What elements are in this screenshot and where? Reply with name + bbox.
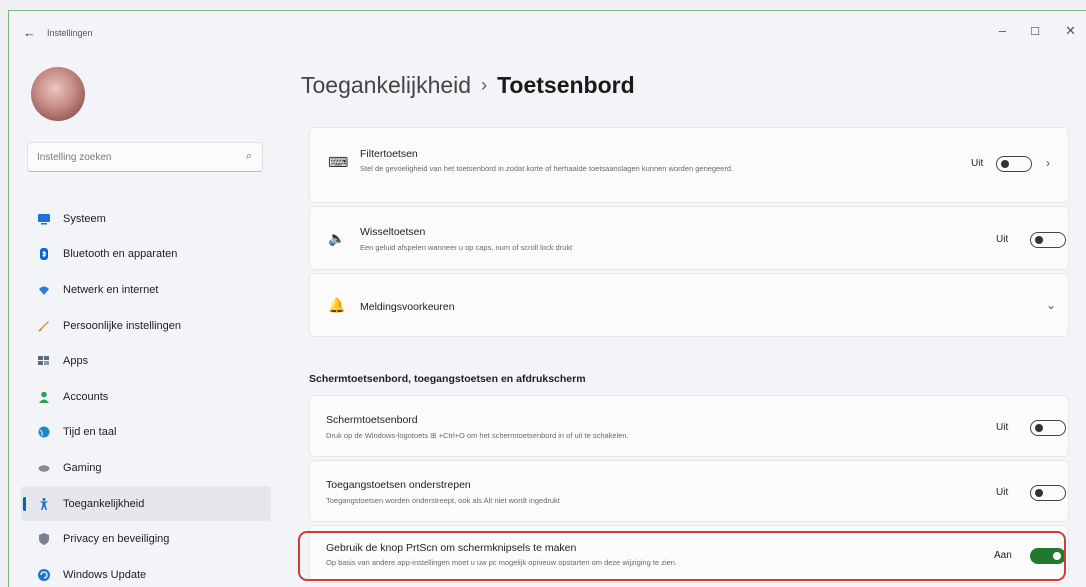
chevron-down-icon[interactable]: ⌄ — [1046, 298, 1056, 312]
minimize-button[interactable]: – — [999, 23, 1006, 38]
toggle-knob — [1035, 236, 1043, 244]
card-title: Toegangstoetsen onderstrepen — [326, 479, 471, 491]
apps-icon — [38, 356, 49, 366]
active-indicator — [23, 496, 26, 511]
breadcrumb-parent[interactable]: Toegankelijkheid — [301, 72, 471, 98]
card-description: Toegangstoetsen worden onderstreept, ook… — [326, 496, 560, 505]
search-input[interactable]: Instelling zoeken ⌕ — [27, 142, 263, 172]
card-description: Een geluid afspelen wanneer u op caps, n… — [360, 243, 573, 252]
sidebar-item-privacy[interactable]: Privacy en beveiliging — [21, 521, 271, 557]
sidebar-item-accounts[interactable]: Accounts — [21, 379, 271, 415]
toegangstoetsen-card[interactable]: Toegangstoetsen onderstrepen Toegangstoe… — [309, 460, 1069, 522]
sidebar-item-systeem[interactable]: Systeem — [21, 201, 271, 237]
sidebar-item-persoonlijk[interactable]: Persoonlijke instellingen — [21, 308, 271, 344]
sidebar: Instelling zoeken ⌕ Systeem Bluetooth en… — [9, 55, 279, 587]
sidebar-item-apps[interactable]: Apps — [21, 343, 271, 379]
keyboard-filter-icon: ⌨ — [328, 154, 349, 170]
search-placeholder: Instelling zoeken — [37, 152, 112, 163]
app-title: Instellingen — [47, 28, 93, 38]
sidebar-item-tijd-taal[interactable]: Tijd en taal — [21, 415, 271, 451]
wisseltoetsen-toggle[interactable] — [1030, 232, 1066, 248]
breadcrumb: Toegankelijkheid › Toetsenbord — [301, 72, 635, 99]
sidebar-item-label: Systeem — [63, 212, 106, 225]
sidebar-item-label: Privacy en beveiliging — [63, 533, 170, 546]
maximize-button[interactable]: ☐ — [1030, 25, 1040, 38]
sidebar-item-label: Bluetooth en apparaten — [63, 248, 178, 261]
card-description: Stel de gevoeligheid van het toetsenbord… — [360, 164, 734, 173]
meldingsvoorkeuren-card[interactable]: 🔔 Meldingsvoorkeuren ⌄ — [309, 273, 1069, 337]
toegangstoetsen-toggle[interactable] — [1030, 485, 1066, 501]
toggle-knob — [1035, 424, 1043, 432]
section-title: Schermtoetsenbord, toegangstoetsen en af… — [309, 373, 586, 385]
close-button[interactable]: ✕ — [1065, 23, 1076, 39]
person-icon — [39, 391, 49, 403]
sidebar-item-label: Gaming — [63, 461, 102, 474]
toggle-state-label: Uit — [996, 487, 1009, 498]
card-title: Wisseltoetsen — [360, 226, 426, 238]
breadcrumb-separator: › — [481, 75, 488, 95]
monitor-icon — [38, 213, 50, 225]
back-button[interactable]: ← — [23, 25, 36, 40]
page-title: Toetsenbord — [497, 72, 635, 98]
accessibility-icon — [39, 497, 49, 510]
sidebar-item-label: Persoonlijke instellingen — [63, 319, 182, 332]
card-title: Filtertoetsen — [360, 148, 418, 160]
toggle-state-label: Uit — [996, 422, 1009, 433]
schermtoetsenbord-toggle[interactable] — [1030, 420, 1066, 436]
sidebar-nav: Systeem Bluetooth en apparaten Netwerk e… — [21, 201, 271, 587]
toggle-knob — [1035, 489, 1043, 497]
sidebar-item-label: Apps — [63, 355, 89, 368]
search-icon: ⌕ — [245, 150, 252, 162]
sidebar-item-label: Netwerk en internet — [63, 283, 159, 296]
globe-icon — [38, 426, 50, 438]
avatar[interactable] — [31, 67, 85, 121]
sidebar-item-netwerk[interactable]: Netwerk en internet — [21, 272, 271, 308]
sidebar-item-bluetooth[interactable]: Bluetooth en apparaten — [21, 237, 271, 273]
chevron-right-icon[interactable]: › — [1046, 156, 1050, 170]
filtertoetsen-toggle[interactable] — [996, 156, 1032, 172]
toggle-state-label: Uit — [971, 158, 984, 169]
sidebar-item-label: Tijd en taal — [63, 426, 117, 439]
filtertoetsen-card[interactable]: ⌨ Filtertoetsen Stel de gevoeligheid van… — [309, 127, 1069, 203]
main-content: Toegankelijkheid › Toetsenbord ⌨ Filtertoe… — [299, 55, 1086, 587]
settings-window: ← Instellingen – ☐ ✕ Instelling zoeken ⌕… — [8, 10, 1086, 587]
update-icon — [38, 568, 50, 581]
controller-icon — [38, 465, 50, 472]
highlight-annotation — [298, 531, 1066, 581]
bluetooth-icon — [40, 248, 48, 261]
card-description: Druk op de Windows-logotoets ⊞ +Ctrl+O o… — [326, 431, 629, 440]
toggle-state-label: Uit — [996, 234, 1009, 245]
schermtoetsenbord-card[interactable]: Schermtoetsenbord Druk op de Windows-log… — [309, 395, 1069, 457]
brush-icon — [38, 320, 49, 332]
card-title: Schermtoetsenbord — [326, 414, 418, 426]
toggle-knob — [1001, 160, 1009, 168]
title-bar: ← Instellingen – ☐ ✕ — [9, 11, 1086, 55]
sidebar-item-windows-update[interactable]: Windows Update — [21, 557, 271, 587]
sidebar-item-label: Toegankelijkheid — [63, 497, 145, 510]
wifi-icon — [39, 286, 49, 295]
sidebar-item-gaming[interactable]: Gaming — [21, 450, 271, 486]
sidebar-item-toegankelijkheid[interactable]: Toegankelijkheid — [21, 485, 271, 522]
shield-icon — [39, 533, 49, 546]
sidebar-item-label: Accounts — [63, 390, 109, 403]
wisseltoetsen-card[interactable]: 🔈 Wisseltoetsen Een geluid afspelen wann… — [309, 206, 1069, 270]
bell-icon: 🔔 — [328, 297, 346, 313]
speaker-icon: 🔈 — [328, 230, 346, 246]
sidebar-item-label: Windows Update — [63, 568, 147, 581]
card-title: Meldingsvoorkeuren — [360, 301, 455, 313]
